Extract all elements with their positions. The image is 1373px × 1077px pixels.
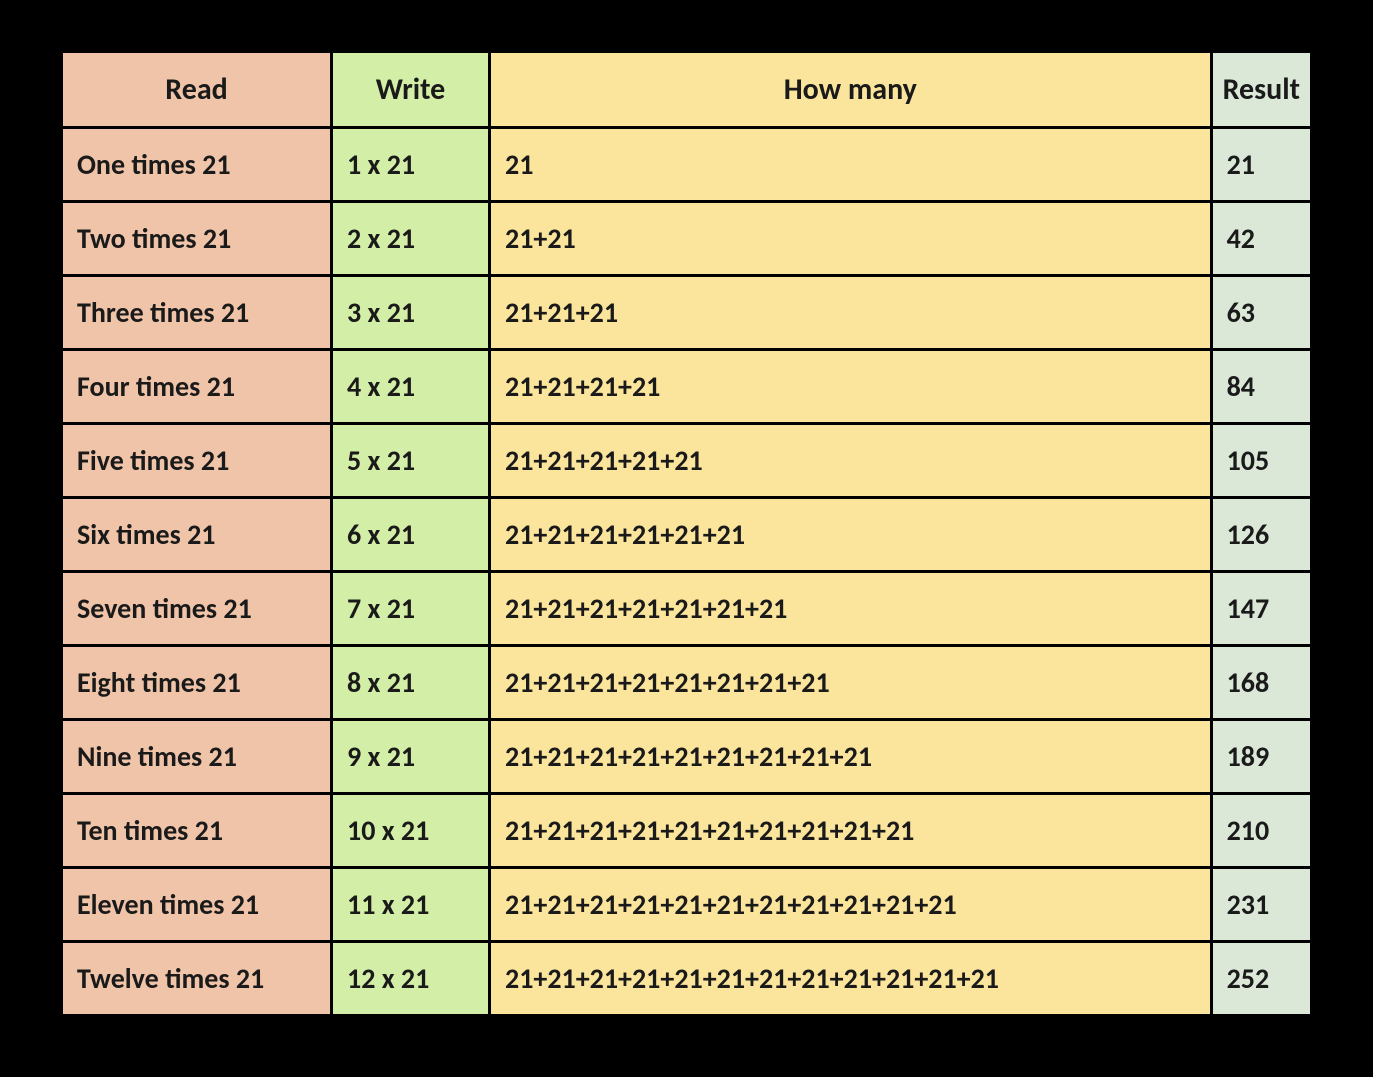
cell-write: 4 x 21 bbox=[332, 350, 490, 424]
header-howmany: How many bbox=[490, 52, 1212, 128]
cell-read: Six times 21 bbox=[62, 498, 332, 572]
cell-result: 63 bbox=[1211, 276, 1311, 350]
cell-result: 84 bbox=[1211, 350, 1311, 424]
header-read: Read bbox=[62, 52, 332, 128]
header-write: Write bbox=[332, 52, 490, 128]
table-row: Twelve times 2112 x 2121+21+21+21+21+21+… bbox=[62, 942, 1312, 1016]
table-row: Eleven times 2111 x 2121+21+21+21+21+21+… bbox=[62, 868, 1312, 942]
cell-read: Twelve times 21 bbox=[62, 942, 332, 1016]
cell-howmany: 21+21+21+21+21+21+21+21+21+21+21+21 bbox=[490, 942, 1212, 1016]
cell-read: Nine times 21 bbox=[62, 720, 332, 794]
table-row: Two times 212 x 2121+2142 bbox=[62, 202, 1312, 276]
cell-howmany: 21+21+21+21+21+21+21+21+21+21+21 bbox=[490, 868, 1212, 942]
cell-read: Three times 21 bbox=[62, 276, 332, 350]
cell-write: 5 x 21 bbox=[332, 424, 490, 498]
cell-read: Ten times 21 bbox=[62, 794, 332, 868]
table-row: Eight times 218 x 2121+21+21+21+21+21+21… bbox=[62, 646, 1312, 720]
cell-result: 147 bbox=[1211, 572, 1311, 646]
table-row: Six times 216 x 2121+21+21+21+21+21126 bbox=[62, 498, 1312, 572]
cell-write: 8 x 21 bbox=[332, 646, 490, 720]
cell-howmany: 21+21+21+21+21+21+21+21+21+21 bbox=[490, 794, 1212, 868]
cell-howmany: 21+21+21+21+21+21+21+21+21 bbox=[490, 720, 1212, 794]
table-header-row: Read Write How many Result bbox=[62, 52, 1312, 128]
cell-result: 231 bbox=[1211, 868, 1311, 942]
table-row: Seven times 217 x 2121+21+21+21+21+21+21… bbox=[62, 572, 1312, 646]
table-row: Ten times 2110 x 2121+21+21+21+21+21+21+… bbox=[62, 794, 1312, 868]
cell-write: 3 x 21 bbox=[332, 276, 490, 350]
cell-write: 11 x 21 bbox=[332, 868, 490, 942]
table-row: Four times 214 x 2121+21+21+2184 bbox=[62, 350, 1312, 424]
table-row: Three times 213 x 2121+21+2163 bbox=[62, 276, 1312, 350]
cell-result: 126 bbox=[1211, 498, 1311, 572]
cell-howmany: 21+21+21 bbox=[490, 276, 1212, 350]
cell-write: 2 x 21 bbox=[332, 202, 490, 276]
cell-howmany: 21+21+21+21+21+21 bbox=[490, 498, 1212, 572]
cell-result: 189 bbox=[1211, 720, 1311, 794]
cell-read: Two times 21 bbox=[62, 202, 332, 276]
table-row: Nine times 219 x 2121+21+21+21+21+21+21+… bbox=[62, 720, 1312, 794]
cell-read: Eleven times 21 bbox=[62, 868, 332, 942]
header-result: Result bbox=[1211, 52, 1311, 128]
cell-write: 1 x 21 bbox=[332, 128, 490, 202]
cell-howmany: 21+21+21+21+21+21+21+21 bbox=[490, 646, 1212, 720]
cell-result: 210 bbox=[1211, 794, 1311, 868]
cell-howmany: 21 bbox=[490, 128, 1212, 202]
cell-write: 12 x 21 bbox=[332, 942, 490, 1016]
cell-write: 9 x 21 bbox=[332, 720, 490, 794]
cell-read: Five times 21 bbox=[62, 424, 332, 498]
cell-result: 42 bbox=[1211, 202, 1311, 276]
cell-read: One times 21 bbox=[62, 128, 332, 202]
table-row: One times 211 x 212121 bbox=[62, 128, 1312, 202]
cell-write: 7 x 21 bbox=[332, 572, 490, 646]
cell-howmany: 21+21+21+21 bbox=[490, 350, 1212, 424]
cell-read: Eight times 21 bbox=[62, 646, 332, 720]
table-row: Five times 215 x 2121+21+21+21+21105 bbox=[62, 424, 1312, 498]
multiplication-table: Read Write How many Result One times 211… bbox=[60, 50, 1313, 1017]
cell-result: 252 bbox=[1211, 942, 1311, 1016]
cell-howmany: 21+21+21+21+21+21+21 bbox=[490, 572, 1212, 646]
cell-read: Four times 21 bbox=[62, 350, 332, 424]
cell-result: 21 bbox=[1211, 128, 1311, 202]
cell-write: 6 x 21 bbox=[332, 498, 490, 572]
cell-howmany: 21+21+21+21+21 bbox=[490, 424, 1212, 498]
cell-result: 105 bbox=[1211, 424, 1311, 498]
cell-write: 10 x 21 bbox=[332, 794, 490, 868]
cell-result: 168 bbox=[1211, 646, 1311, 720]
cell-howmany: 21+21 bbox=[490, 202, 1212, 276]
cell-read: Seven times 21 bbox=[62, 572, 332, 646]
